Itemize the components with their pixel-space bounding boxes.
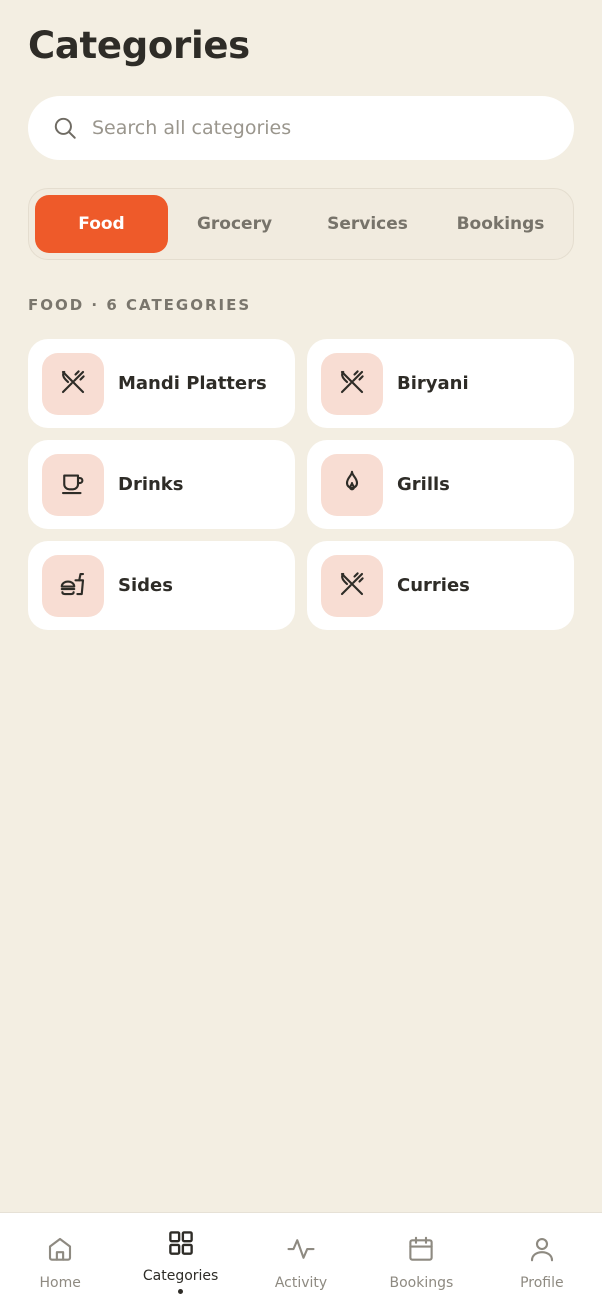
- nav-label: Home: [39, 1275, 81, 1291]
- category-label: Curries: [397, 575, 470, 596]
- nav-item-profile[interactable]: Profile: [482, 1213, 602, 1306]
- category-icon-tile: [321, 453, 383, 516]
- search-input[interactable]: [92, 117, 532, 139]
- active-indicator-dot: [178, 1289, 184, 1294]
- flame-icon: [337, 468, 367, 502]
- tab-services[interactable]: Services: [301, 195, 434, 253]
- category-icon-tile: [321, 352, 383, 415]
- nav-item-bookings[interactable]: Bookings: [361, 1213, 481, 1306]
- nav-item-activity[interactable]: Activity: [241, 1213, 361, 1306]
- category-label: Biryani: [397, 373, 469, 394]
- category-card-biryani[interactable]: Biryani: [307, 339, 574, 428]
- bottom-nav: Home Categories Activity Bookings Profil…: [0, 1212, 602, 1306]
- category-icon-tile: [42, 352, 104, 415]
- category-icon-tile: [42, 453, 104, 516]
- utensils-icon: [58, 367, 88, 401]
- category-card-grills[interactable]: Grills: [307, 440, 574, 529]
- category-grid: Mandi Platters Biryani Drinks Grills Sid…: [28, 339, 574, 630]
- utensils-icon: [337, 367, 367, 401]
- category-card-sides[interactable]: Sides: [28, 541, 295, 630]
- user-icon: [526, 1233, 558, 1265]
- utensils-icon: [337, 569, 367, 603]
- category-card-curries[interactable]: Curries: [307, 541, 574, 630]
- category-label: Sides: [118, 575, 173, 596]
- section-label: FOOD · 6 CATEGORIES: [28, 296, 252, 314]
- tab-food[interactable]: Food: [35, 195, 168, 253]
- nav-label: Activity: [274, 1275, 328, 1291]
- category-label: Grills: [397, 474, 450, 495]
- nav-label: Categories: [142, 1268, 219, 1284]
- nav-label: Bookings: [389, 1275, 454, 1291]
- category-label: Drinks: [118, 474, 184, 495]
- nav-item-home[interactable]: Home: [0, 1213, 120, 1306]
- category-card-mandi-platters[interactable]: Mandi Platters: [28, 339, 295, 428]
- home-icon: [44, 1233, 76, 1265]
- search-bar[interactable]: [28, 96, 574, 160]
- activity-icon: [285, 1233, 317, 1265]
- cup-icon: [58, 468, 88, 502]
- tab-bookings[interactable]: Bookings: [434, 195, 567, 253]
- nav-label: Profile: [520, 1275, 564, 1291]
- calendar-icon: [405, 1233, 437, 1265]
- category-tabs: Food Grocery Services Bookings: [28, 188, 574, 260]
- search-icon: [52, 115, 78, 141]
- nav-item-categories[interactable]: Categories: [120, 1213, 240, 1306]
- grid-icon: [165, 1227, 197, 1259]
- category-icon-tile: [321, 554, 383, 617]
- category-icon-tile: [42, 554, 104, 617]
- page-title: Categories: [28, 24, 250, 67]
- category-card-drinks[interactable]: Drinks: [28, 440, 295, 529]
- category-label: Mandi Platters: [118, 373, 267, 394]
- tab-grocery[interactable]: Grocery: [168, 195, 301, 253]
- burger-drink-icon: [58, 569, 88, 603]
- categories-screen: Categories Food Grocery Services Booking…: [0, 0, 602, 1306]
